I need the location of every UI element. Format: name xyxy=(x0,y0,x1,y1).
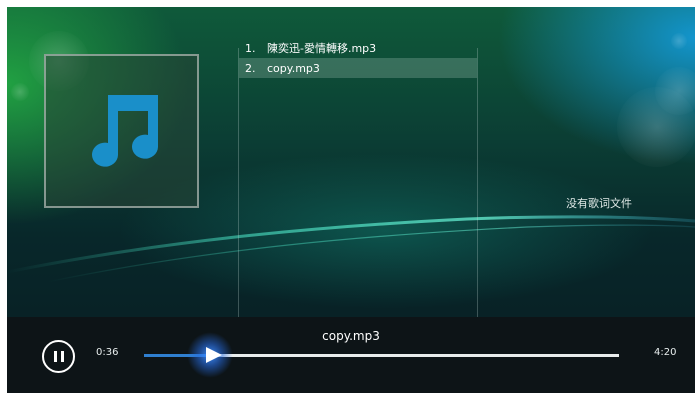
track-number: 2. xyxy=(245,61,256,75)
total-duration: 4:20 xyxy=(654,347,677,358)
left-column-divider xyxy=(238,48,239,318)
seek-bar[interactable] xyxy=(144,332,619,378)
playlist-item[interactable]: 1. 陳奕迅-愛情轉移.mp3 xyxy=(239,38,477,58)
track-number: 1. xyxy=(245,41,256,55)
background-bubble xyxy=(617,87,695,167)
track-title: 陳奕迅-愛情轉移.mp3 xyxy=(267,42,377,55)
album-art xyxy=(44,54,199,208)
music-player-screen: 1. 陳奕迅-愛情轉移.mp3 2. copy.mp3 没有歌词文件 copy.… xyxy=(7,7,695,393)
playlist: 1. 陳奕迅-愛情轉移.mp3 2. copy.mp3 xyxy=(239,38,477,78)
track-title: copy.mp3 xyxy=(267,61,320,75)
playback-control-bar: copy.mp3 0:36 4:20 xyxy=(7,317,695,393)
no-lyrics-message: 没有歌词文件 xyxy=(566,197,632,210)
elapsed-time: 0:36 xyxy=(96,347,119,358)
background-bubble xyxy=(11,83,29,101)
seek-progress-fill xyxy=(144,354,210,357)
background-bubble xyxy=(655,67,695,115)
right-column-divider xyxy=(477,48,478,318)
background-bubble xyxy=(671,33,687,49)
play-triangle-icon[interactable] xyxy=(204,345,224,365)
now-playing-title: copy.mp3 xyxy=(322,329,380,343)
music-note-icon xyxy=(91,95,158,167)
pause-button[interactable] xyxy=(42,340,75,373)
playlist-item-selected[interactable]: 2. copy.mp3 xyxy=(239,58,477,78)
